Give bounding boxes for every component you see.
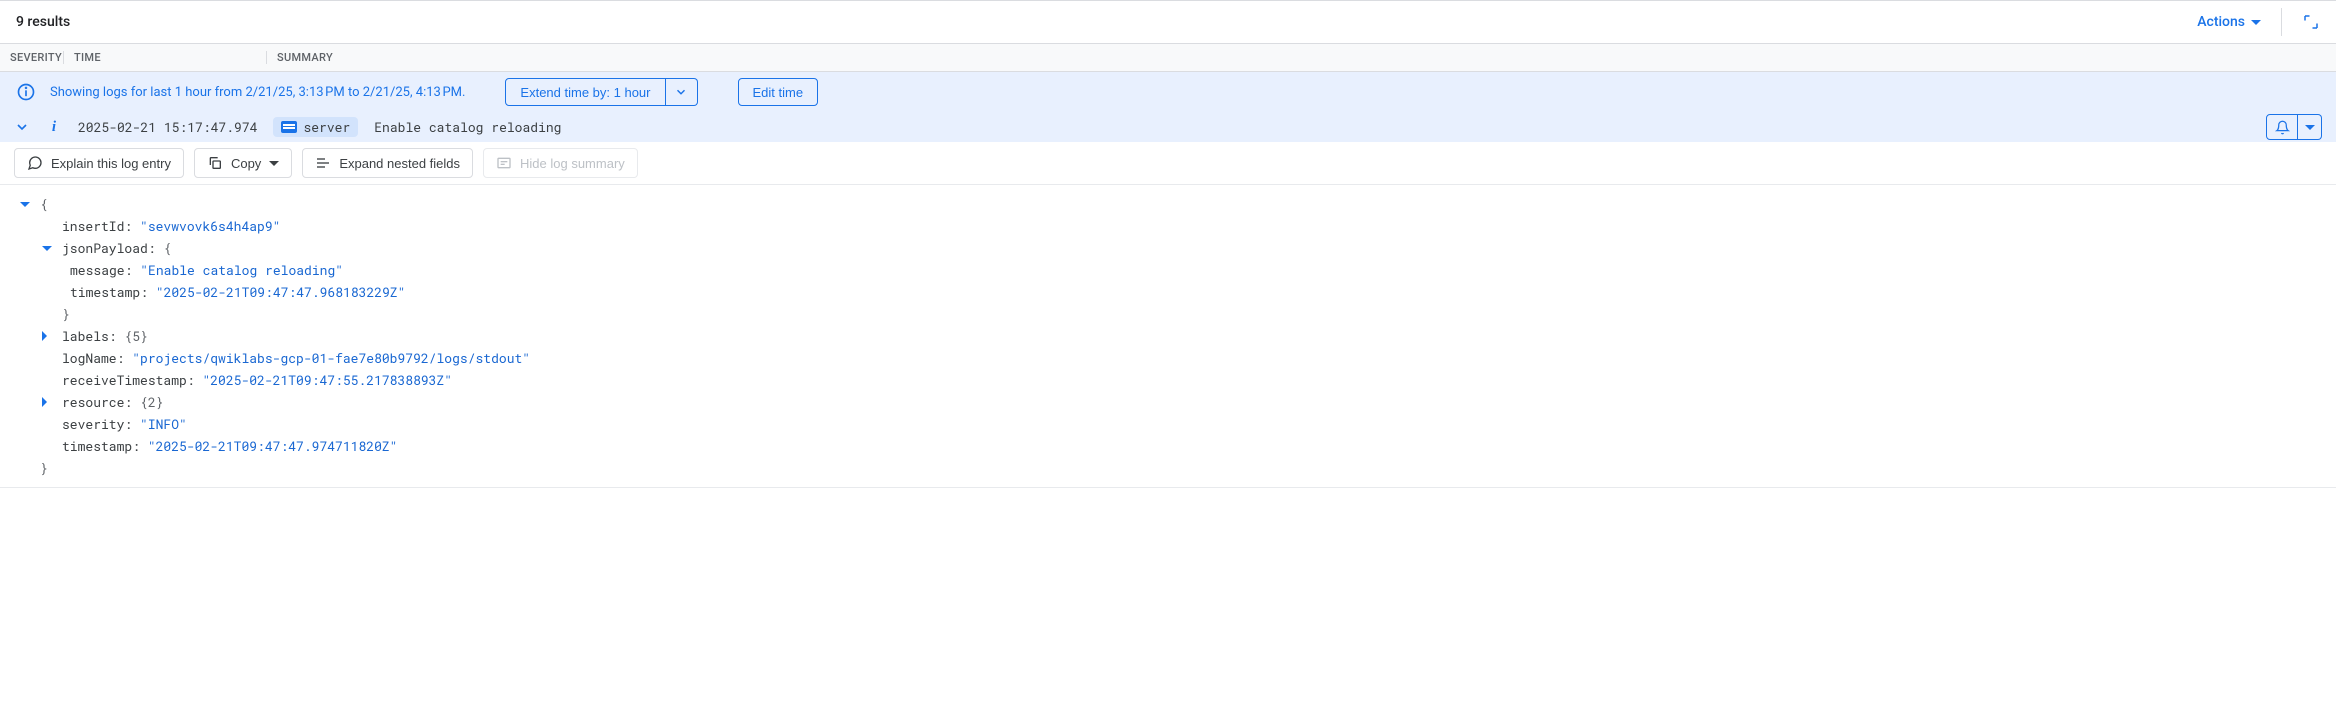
top-right-controls: Actions xyxy=(2197,8,2320,36)
extend-time-group: Extend time by: 1 hour xyxy=(505,78,697,106)
expand-fields-button[interactable]: Expand nested fields xyxy=(302,148,473,178)
chevron-down-icon xyxy=(2251,20,2261,25)
server-icon xyxy=(281,121,297,133)
actions-dropdown[interactable]: Actions xyxy=(2197,14,2261,30)
explain-button[interactable]: Explain this log entry xyxy=(14,148,184,178)
log-message: Enable catalog reloading xyxy=(374,118,561,136)
json-key[interactable]: resource: xyxy=(62,391,132,413)
json-value[interactable]: "2025-02-21T09:47:47.968183229Z" xyxy=(156,281,406,303)
copy-label: Copy xyxy=(231,156,261,171)
json-key[interactable]: labels: xyxy=(62,325,117,347)
hide-label: Hide log summary xyxy=(520,156,625,171)
results-bar: 9 results Actions xyxy=(0,0,2336,44)
copy-button[interactable]: Copy xyxy=(194,148,292,178)
log-timestamp: 2025-02-21 15:17:47.974 xyxy=(78,118,257,136)
expand-icon[interactable] xyxy=(42,331,56,341)
collapse-icon[interactable] xyxy=(42,246,56,251)
chip-label: server xyxy=(303,118,350,136)
brace-open: { xyxy=(40,193,48,215)
alert-button[interactable] xyxy=(2266,114,2298,140)
log-entry-row[interactable]: i 2025-02-21 15:17:47.974 server Enable … xyxy=(0,112,2336,142)
json-value[interactable]: "sevwvovk6s4h4ap9" xyxy=(140,215,280,237)
json-value[interactable]: "INFO" xyxy=(140,413,187,435)
header-severity: SEVERITY xyxy=(0,51,64,64)
edit-time-button[interactable]: Edit time xyxy=(738,78,819,106)
brace-close: } xyxy=(40,457,48,479)
row-actions xyxy=(2266,114,2322,140)
json-payload-view: { insertId: "sevwvovk6s4h4ap9" jsonPaylo… xyxy=(0,185,2336,488)
explain-label: Explain this log entry xyxy=(51,156,171,171)
brace-close: } xyxy=(62,303,70,325)
json-value[interactable]: "Enable catalog reloading" xyxy=(140,259,343,281)
collapse-icon[interactable] xyxy=(20,202,34,207)
results-count: 9 results xyxy=(16,14,70,30)
expand-icon[interactable] xyxy=(42,397,56,407)
divider xyxy=(2281,8,2282,36)
header-summary: SUMMARY xyxy=(267,51,2336,64)
json-key[interactable]: severity: xyxy=(62,413,132,435)
hide-summary-button: Hide log summary xyxy=(483,148,638,178)
resource-chip[interactable]: server xyxy=(273,117,358,137)
json-key[interactable]: timestamp: xyxy=(70,281,148,303)
json-count: {5} xyxy=(124,325,147,347)
table-header: SEVERITY TIME SUMMARY xyxy=(0,44,2336,72)
header-time: TIME xyxy=(64,51,267,64)
extend-time-dropdown[interactable] xyxy=(666,78,698,106)
info-icon xyxy=(16,82,36,102)
severity-info-icon: i xyxy=(46,119,62,136)
time-range-text: Showing logs for last 1 hour from 2/21/2… xyxy=(50,85,465,100)
json-count: {2} xyxy=(140,391,163,413)
chevron-down-icon[interactable] xyxy=(14,119,30,135)
extend-time-button[interactable]: Extend time by: 1 hour xyxy=(505,78,665,106)
json-key[interactable]: message: xyxy=(70,259,132,281)
json-key[interactable]: logName: xyxy=(62,347,124,369)
time-range-banner: Showing logs for last 1 hour from 2/21/2… xyxy=(0,72,2336,112)
entry-action-bar: Explain this log entry Copy Expand neste… xyxy=(0,142,2336,185)
actions-label: Actions xyxy=(2197,14,2245,30)
json-key[interactable]: timestamp: xyxy=(62,435,140,457)
chevron-down-icon xyxy=(269,161,279,166)
json-key[interactable]: receiveTimestamp: xyxy=(62,369,195,391)
chevron-down-icon xyxy=(2305,125,2315,130)
json-key[interactable]: jsonPayload: xyxy=(62,237,156,259)
json-value[interactable]: "2025-02-21T09:47:47.974711820Z" xyxy=(148,435,398,457)
json-key[interactable]: insertId: xyxy=(62,215,132,237)
json-value[interactable]: "2025-02-21T09:47:55.217838893Z" xyxy=(202,369,452,391)
alert-dropdown[interactable] xyxy=(2298,114,2322,140)
fullscreen-icon[interactable] xyxy=(2302,13,2320,31)
json-value[interactable]: "projects/qwiklabs-gcp-01-fae7e80b9792/l… xyxy=(132,347,530,369)
expand-label: Expand nested fields xyxy=(339,156,460,171)
